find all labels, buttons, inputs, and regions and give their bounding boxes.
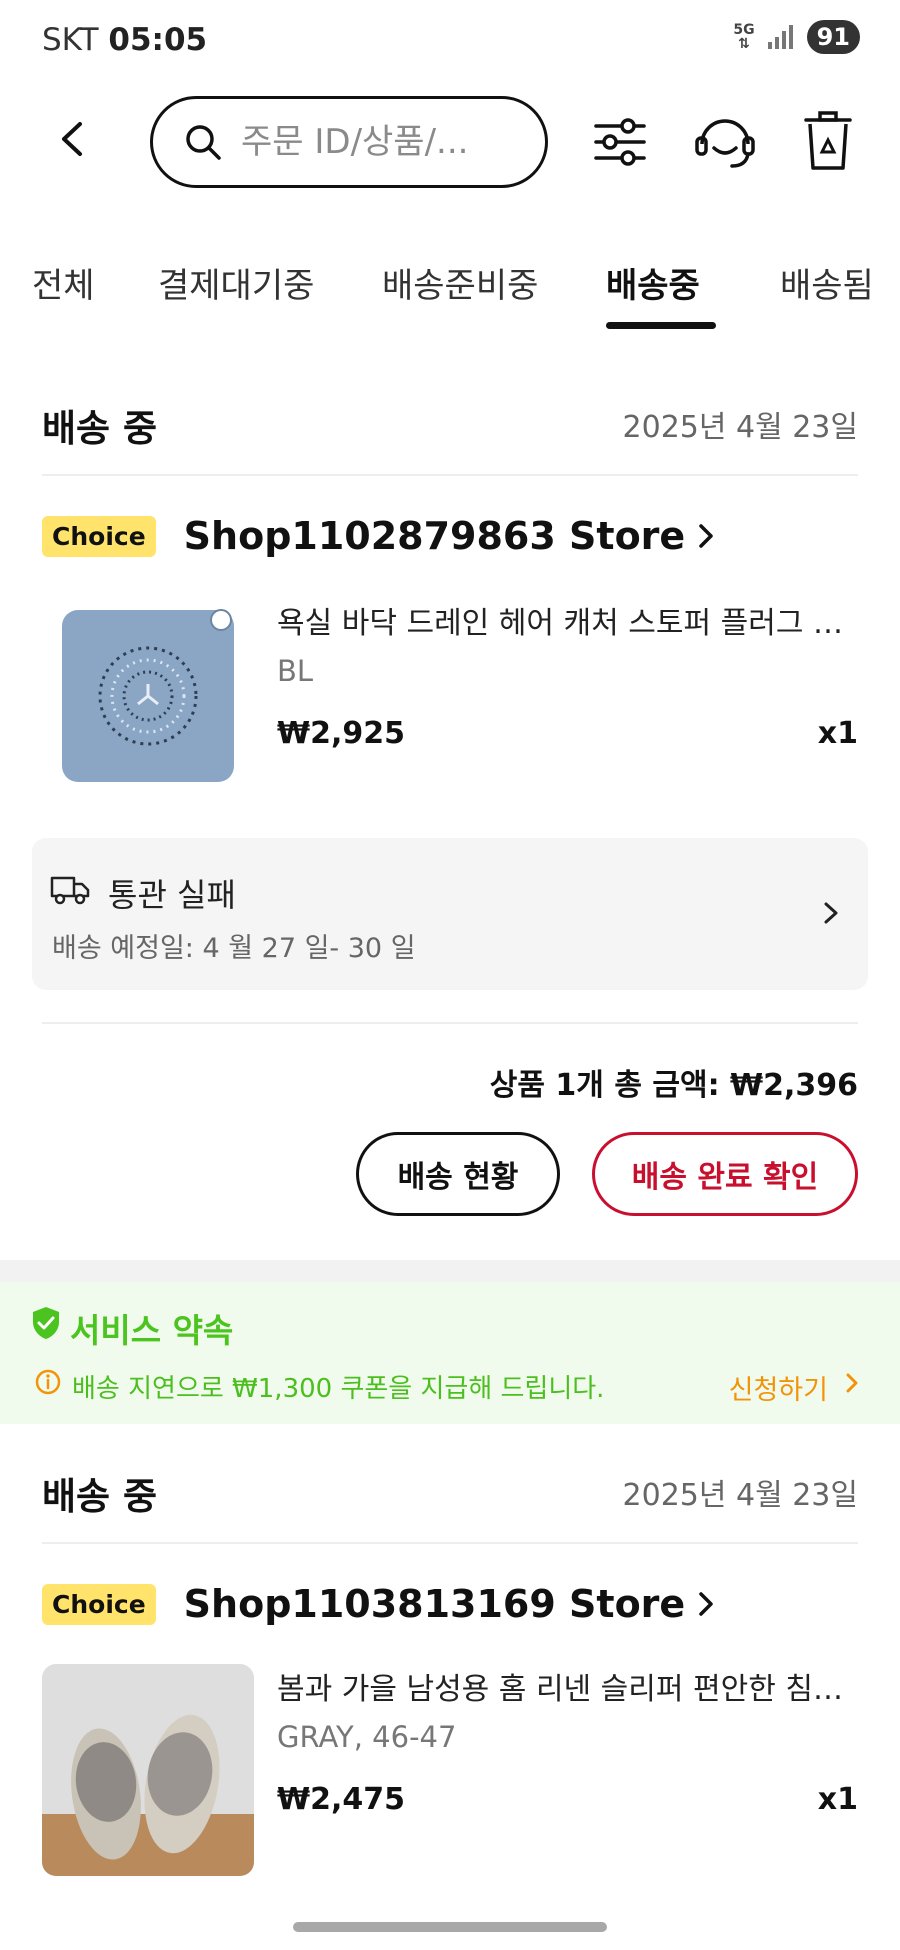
product-price: ₩2,475 xyxy=(277,1782,405,1817)
header xyxy=(0,94,900,194)
choice-badge: Choice xyxy=(42,1583,156,1625)
active-tab-indicator xyxy=(606,322,716,329)
shipping-eta: 배송 예정일: 4 월 27 일- 30 일 xyxy=(52,933,416,964)
search-input[interactable] xyxy=(241,122,501,162)
clock: 05:05 xyxy=(108,22,208,58)
customer-service-icon[interactable] xyxy=(692,108,758,174)
apply-link[interactable]: 신청하기 xyxy=(729,1368,828,1407)
product-quantity: x1 xyxy=(817,716,858,751)
status-left: SKT 05:05 xyxy=(42,22,207,58)
tab-shipping[interactable]: 배송중 xyxy=(606,258,700,307)
product-price: ₩2,925 xyxy=(277,716,405,751)
order-header: 배송 중 2025년 4월 23일 xyxy=(42,388,858,468)
drain-stopper-image xyxy=(42,598,254,798)
divider xyxy=(42,1542,858,1544)
tab-preparing[interactable]: 배송준비중 xyxy=(382,258,538,307)
search-bar[interactable] xyxy=(150,96,548,188)
order-header: 배송 중 2025년 4월 23일 xyxy=(42,1456,858,1536)
chevron-right-icon[interactable] xyxy=(844,1370,860,1396)
divider xyxy=(42,1022,858,1024)
signal-icon xyxy=(767,25,793,49)
slippers-image xyxy=(42,1664,254,1876)
order-status: 배송 중 xyxy=(42,407,158,450)
recycle-bin-icon[interactable] xyxy=(800,110,856,172)
shipping-status-title: 통관 실패 xyxy=(108,876,236,914)
status-right: 5G ⇅ 91 xyxy=(733,20,860,54)
service-promise-banner: 서비스 약속 배송 지연으로 ₩1,300 쿠폰을 지급해 드립니다. 신청하기 xyxy=(0,1282,900,1424)
divider xyxy=(42,474,858,476)
data-arrows-icon: ⇅ xyxy=(738,36,750,52)
product-item[interactable]: 욕실 바닥 드레인 헤어 캐처 스토퍼 플러그 싱... BL ₩2,925 x… xyxy=(42,598,858,798)
confirm-delivery-button[interactable]: 배송 완료 확인 xyxy=(592,1132,858,1216)
search-icon xyxy=(186,125,221,160)
store-row[interactable]: Choice Shop1103813169 Store xyxy=(42,1574,719,1634)
order-date: 2025년 4월 23일 xyxy=(622,1478,858,1513)
network-indicator: 5G ⇅ xyxy=(733,23,754,51)
info-icon xyxy=(35,1369,61,1395)
tab-all[interactable]: 전체 xyxy=(32,258,95,307)
product-image[interactable] xyxy=(42,1664,254,1876)
chevron-right-icon xyxy=(699,524,713,548)
choice-badge: Choice xyxy=(42,515,156,557)
order-total: 상품 1개 총 금액: ₩2,396 xyxy=(489,1068,858,1103)
product-variant: GRAY, 46-47 xyxy=(277,1720,457,1754)
product-title[interactable]: 봄과 가을 남성용 홈 리넨 슬리퍼 편안한 침실 ... xyxy=(277,1664,857,1708)
chevron-right-icon xyxy=(699,1592,713,1616)
product-variant: BL xyxy=(277,654,314,688)
track-shipment-button[interactable]: 배송 현황 xyxy=(356,1132,560,1216)
product-item[interactable]: 봄과 가을 남성용 홈 리넨 슬리퍼 편안한 침실 ... GRAY, 46-4… xyxy=(42,1664,858,1876)
order-status: 배송 중 xyxy=(42,1475,158,1518)
home-indicator[interactable] xyxy=(293,1922,607,1932)
store-row[interactable]: Choice Shop1102879863 Store xyxy=(42,506,719,566)
network-type: 5G xyxy=(733,22,755,38)
status-bar: SKT 05:05 5G ⇅ 91 xyxy=(0,0,900,84)
store-name[interactable]: Shop1103813169 Store xyxy=(184,1582,686,1626)
filter-icon[interactable] xyxy=(590,112,650,172)
chevron-right-icon xyxy=(824,902,838,924)
shipping-status-box[interactable]: 통관 실패 배송 예정일: 4 월 27 일- 30 일 xyxy=(32,838,868,990)
product-image[interactable] xyxy=(42,598,254,798)
service-promise-message: 배송 지연으로 ₩1,300 쿠폰을 지급해 드립니다. xyxy=(72,1374,605,1404)
product-quantity: x1 xyxy=(817,1782,858,1817)
shield-check-icon xyxy=(33,1307,59,1339)
product-title[interactable]: 욕실 바닥 드레인 헤어 캐처 스토퍼 플러그 싱... xyxy=(277,598,857,642)
section-gap xyxy=(0,1260,900,1282)
store-name[interactable]: Shop1102879863 Store xyxy=(184,514,686,558)
tab-awaiting-payment[interactable]: 결제대기중 xyxy=(158,258,314,307)
carrier: SKT xyxy=(42,22,99,58)
truck-icon xyxy=(50,876,90,905)
service-promise-title: 서비스 약속 xyxy=(70,1311,234,1350)
battery-indicator: 91 xyxy=(806,20,860,54)
tab-delivered[interactable]: 배송됨 xyxy=(780,258,874,307)
order-tabs: 전체 결제대기중 배송준비중 배송중 배송됨 xyxy=(0,240,900,332)
back-arrow-icon[interactable] xyxy=(48,114,98,164)
order-date: 2025년 4월 23일 xyxy=(622,410,858,445)
